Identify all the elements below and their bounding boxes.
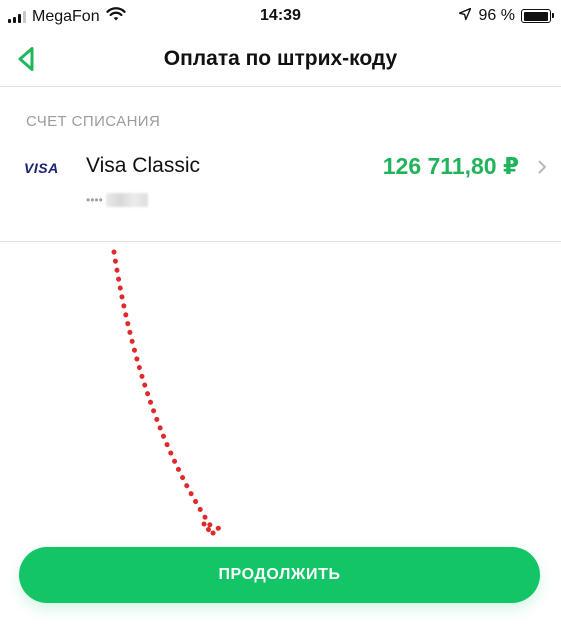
- battery-percentage: 96 %: [478, 7, 515, 24]
- section-label: СЧЕТ СПИСАНИЯ: [26, 113, 161, 130]
- page-title: Оплата по штрих-коду: [163, 47, 398, 70]
- card-number-mask: ••••: [86, 193, 103, 207]
- account-selector[interactable]: VISA Visa Classic •••• 126 711,80 ₽: [0, 142, 561, 212]
- continue-button[interactable]: ПРОДОЛЖИТЬ: [19, 547, 540, 603]
- location-arrow-icon: [458, 7, 471, 25]
- visa-logo-icon: VISA: [24, 160, 59, 176]
- battery-icon: [521, 9, 554, 23]
- card-name: Visa Classic: [86, 154, 200, 177]
- nav-bar: Оплата по штрих-коду: [0, 34, 561, 87]
- battery-level-fill: [523, 11, 548, 21]
- debit-account-section: СЧЕТ СПИСАНИЯ VISA Visa Classic •••• 126…: [0, 87, 561, 242]
- status-bar: MegaFon 14:39 96 %: [0, 0, 561, 34]
- card-number: ••••: [86, 193, 148, 207]
- account-balance: 126 711,80 ₽: [382, 153, 519, 179]
- status-bar-right: 96 %: [458, 7, 554, 25]
- hidden-digits: [105, 193, 148, 207]
- chevron-right-icon: [538, 160, 547, 179]
